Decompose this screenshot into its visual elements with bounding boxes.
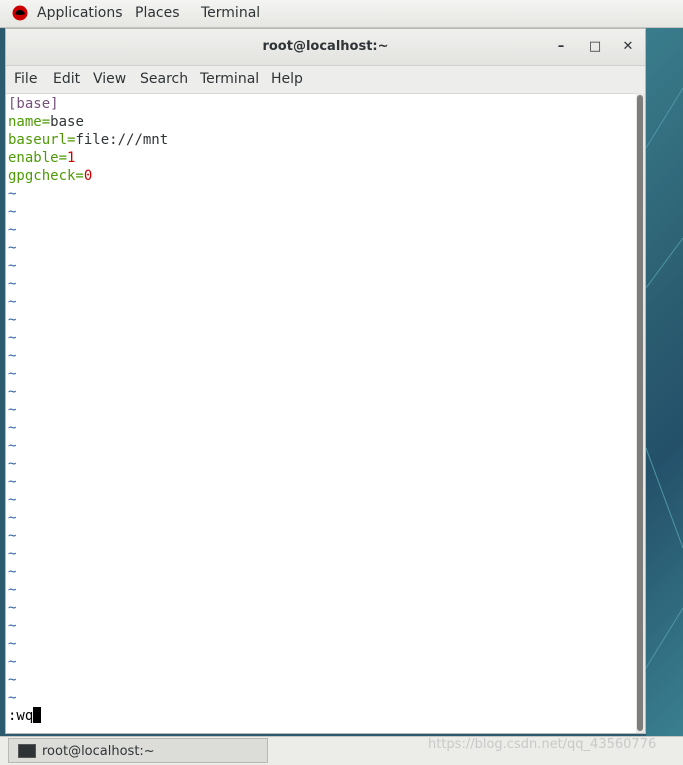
wallpaper-lines (646, 87, 683, 669)
maximize-icon[interactable]: □ (586, 38, 604, 56)
window-title: root@localhost:~ (262, 39, 389, 54)
tilde-line: ~ (8, 600, 17, 616)
redhat-logo-icon[interactable] (12, 5, 28, 21)
menubar: File Edit View Search Terminal Help (6, 66, 645, 94)
tilde-line: ~ (8, 384, 17, 400)
config-key: baseurl= (8, 132, 76, 148)
editor-line: enable=1 (8, 149, 75, 167)
menu-edit[interactable]: Edit (53, 71, 80, 87)
tilde-line: ~ (8, 258, 17, 274)
tilde-line: ~ (8, 204, 17, 220)
menu-file[interactable]: File (14, 71, 37, 87)
taskbar-window-label: root@localhost:~ (42, 744, 155, 759)
scrollbar[interactable] (636, 93, 645, 733)
tilde-line: ~ (8, 366, 17, 382)
config-value: base (50, 114, 84, 130)
minimize-icon[interactable]: – (552, 38, 570, 56)
tilde-line: ~ (8, 690, 17, 706)
scrollbar-thumb[interactable] (637, 95, 643, 731)
window-titlebar[interactable]: root@localhost:~ – □ ✕ (6, 29, 645, 66)
menu-terminal[interactable]: Terminal (200, 71, 259, 87)
tilde-line: ~ (8, 474, 17, 490)
terminal-text-area[interactable]: [base] name=base baseurl=file:///mnt ena… (6, 93, 636, 733)
editor-line: [base] (8, 95, 59, 113)
config-key: gpgcheck= (8, 168, 84, 184)
desktop-background (646, 28, 683, 736)
terminal-icon (18, 744, 36, 758)
tilde-line: ~ (8, 654, 17, 670)
menu-help[interactable]: Help (271, 71, 303, 87)
tilde-line: ~ (8, 312, 17, 328)
tilde-line: ~ (8, 546, 17, 562)
tilde-line: ~ (8, 582, 17, 598)
places-menu[interactable]: Places (135, 5, 180, 21)
tilde-line: ~ (8, 402, 17, 418)
config-key: name= (8, 114, 51, 130)
tilde-line: ~ (8, 294, 17, 310)
watermark: https://blog.csdn.net/qq_43560776 (428, 737, 657, 752)
tilde-line: ~ (8, 222, 17, 238)
tilde-line: ~ (8, 276, 17, 292)
top-panel: Applications Places Terminal (0, 0, 683, 28)
tilde-line: ~ (8, 420, 17, 436)
editor-line: gpgcheck=0 (8, 167, 92, 185)
config-value: file:///mnt (75, 132, 169, 148)
tilde-line: ~ (8, 186, 17, 202)
tilde-line: ~ (8, 240, 17, 256)
tilde-line: ~ (8, 456, 17, 472)
tilde-line: ~ (8, 510, 17, 526)
menu-view[interactable]: View (93, 71, 126, 87)
menu-search[interactable]: Search (140, 71, 188, 87)
config-value: 0 (83, 168, 93, 184)
tilde-line: ~ (8, 564, 17, 580)
tilde-line: ~ (8, 528, 17, 544)
close-icon[interactable]: ✕ (619, 38, 637, 56)
editor-line: baseurl=file:///mnt (8, 131, 168, 149)
tilde-line: ~ (8, 492, 17, 508)
command-line[interactable]: :wq (8, 707, 42, 725)
tilde-line: ~ (8, 636, 17, 652)
terminal-app-menu[interactable]: Terminal (201, 5, 260, 21)
tilde-line: ~ (8, 618, 17, 634)
config-value: 1 (67, 150, 76, 166)
vim-command: :wq (8, 708, 34, 724)
tilde-line: ~ (8, 672, 17, 688)
editor-line: name=base (8, 113, 84, 131)
applications-menu[interactable]: Applications (37, 5, 123, 21)
taskbar-window-button[interactable]: root@localhost:~ (8, 738, 268, 763)
terminal-window: root@localhost:~ – □ ✕ File Edit View Se… (5, 28, 646, 734)
section-header: [base] (8, 96, 59, 112)
text-cursor (33, 707, 42, 723)
tilde-line: ~ (8, 348, 17, 364)
tilde-line: ~ (8, 330, 17, 346)
tilde-line: ~ (8, 438, 17, 454)
config-key: enable= (8, 150, 68, 166)
